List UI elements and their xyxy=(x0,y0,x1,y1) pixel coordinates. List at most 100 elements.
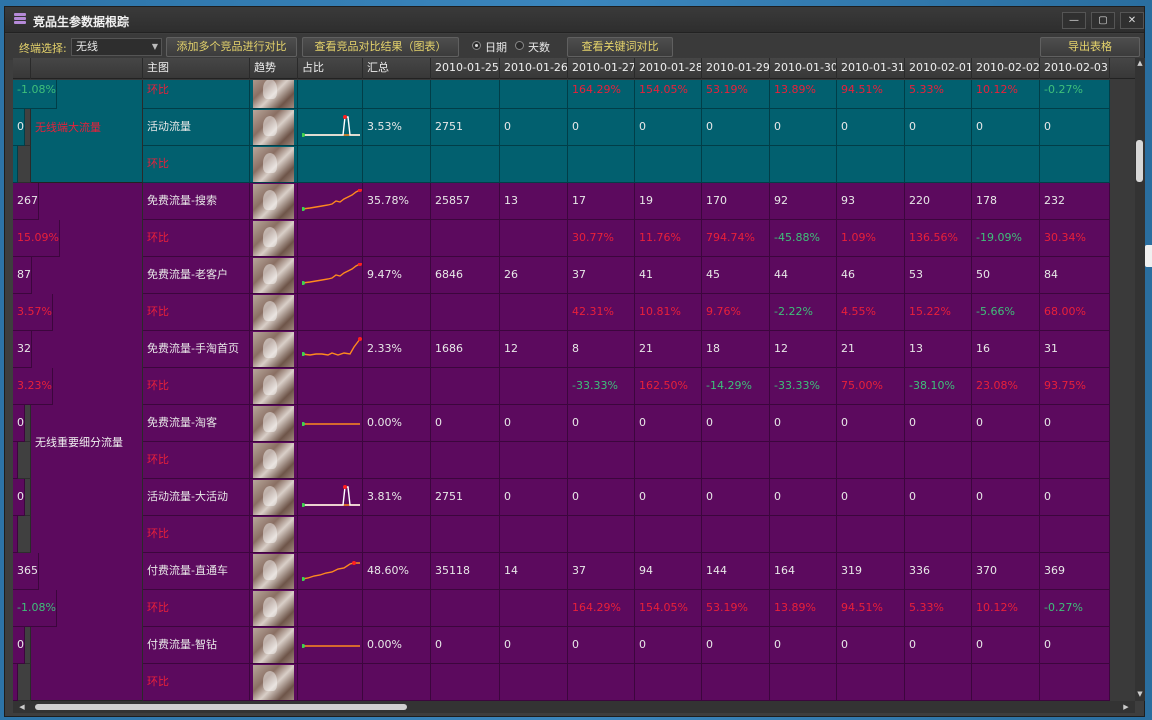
product-thumbnail[interactable] xyxy=(253,369,294,404)
date-value-cell xyxy=(500,664,568,701)
date-value-cell: 0 xyxy=(905,405,972,442)
date-value-cell: 0 xyxy=(13,109,25,146)
date-value-cell: 41 xyxy=(635,257,702,294)
date-value-cell xyxy=(635,442,702,479)
date-value-cell: 0 xyxy=(905,627,972,664)
product-thumbnail[interactable] xyxy=(253,665,294,700)
total-cell xyxy=(431,80,500,109)
product-thumbnail[interactable] xyxy=(253,221,294,256)
product-thumbnail[interactable] xyxy=(253,517,294,552)
product-thumbnail[interactable] xyxy=(253,591,294,626)
total-cell: 1686 xyxy=(431,331,500,368)
column-header[interactable] xyxy=(31,58,143,79)
date-value-cell: 794.74% xyxy=(702,220,770,257)
row-metric-label: 环比 xyxy=(143,664,250,701)
column-header[interactable]: 2010-01-25 xyxy=(431,58,500,79)
date-value-cell: 45 xyxy=(702,257,770,294)
product-thumbnail[interactable] xyxy=(253,554,294,589)
trend-cell xyxy=(298,479,363,516)
date-value-cell: 0 xyxy=(500,405,568,442)
trend-sparkline xyxy=(302,644,360,648)
column-header[interactable]: 2010-01-26 xyxy=(500,58,568,79)
date-value-cell: 21 xyxy=(635,331,702,368)
share-cell: 0.00% xyxy=(363,405,431,442)
radio-date-label: 日期 xyxy=(485,41,507,54)
terminal-select[interactable]: 无线 ▼ xyxy=(71,38,162,56)
column-header[interactable]: 2010-02-03 xyxy=(1040,58,1110,79)
product-thumbnail[interactable] xyxy=(253,110,294,145)
vertical-scrollbar[interactable]: ▲ ▼ xyxy=(1135,58,1145,701)
row-metric-label: 免费流量-手淘首页 xyxy=(143,331,250,368)
column-header[interactable]: 2010-02-01 xyxy=(905,58,972,79)
product-thumbnail[interactable] xyxy=(253,80,294,108)
date-value-cell: 37 xyxy=(568,553,635,590)
vertical-scroll-thumb[interactable] xyxy=(1136,140,1143,182)
product-thumbnail[interactable] xyxy=(253,295,294,330)
date-value-cell: 13.89% xyxy=(770,80,837,109)
maximize-button[interactable]: ▢ xyxy=(1091,12,1115,29)
date-value-cell: -2.22% xyxy=(770,294,837,331)
scroll-right-icon[interactable]: ▶ xyxy=(1121,702,1131,712)
keyword-compare-button[interactable]: 查看关键词对比 xyxy=(567,37,673,57)
product-thumbnail[interactable] xyxy=(253,184,294,219)
column-header[interactable]: 主图 xyxy=(143,58,250,79)
date-value-cell xyxy=(568,442,635,479)
row-metric-label: 环比 xyxy=(143,368,250,405)
product-thumbnail[interactable] xyxy=(253,628,294,663)
product-thumbnail[interactable] xyxy=(253,443,294,478)
total-cell xyxy=(431,368,500,405)
horizontal-scroll-thumb[interactable] xyxy=(35,704,407,710)
main-image-cell xyxy=(250,257,298,294)
close-button[interactable]: ✕ xyxy=(1120,12,1144,29)
total-cell xyxy=(431,516,500,553)
total-cell: 2751 xyxy=(431,479,500,516)
date-value-cell: 164 xyxy=(770,553,837,590)
add-compare-button[interactable]: 添加多个竞品进行对比 xyxy=(166,37,297,57)
product-thumbnail[interactable] xyxy=(253,480,294,515)
date-value-cell xyxy=(500,590,568,627)
column-header[interactable]: 2010-01-28 xyxy=(635,58,702,79)
date-value-cell xyxy=(905,442,972,479)
column-header[interactable]: 占比 xyxy=(298,58,363,79)
date-value-cell: 50 xyxy=(972,257,1040,294)
date-value-cell: 94.51% xyxy=(837,590,905,627)
export-table-button[interactable]: 导出表格 xyxy=(1040,37,1140,57)
column-header[interactable]: 2010-01-31 xyxy=(837,58,905,79)
column-header[interactable]: 2010-01-27 xyxy=(568,58,635,79)
column-header[interactable]: 汇总 xyxy=(363,58,431,79)
date-value-cell: 10.81% xyxy=(635,294,702,331)
date-value-cell: 68.00% xyxy=(1040,294,1110,331)
date-value-cell: 0 xyxy=(837,627,905,664)
product-thumbnail[interactable] xyxy=(253,406,294,441)
product-thumbnail[interactable] xyxy=(253,258,294,293)
product-thumbnail[interactable] xyxy=(253,332,294,367)
column-header[interactable]: 趋势 xyxy=(250,58,298,79)
date-value-cell: 0 xyxy=(1040,405,1110,442)
date-value-cell xyxy=(500,294,568,331)
date-value-cell: 30.34% xyxy=(1040,220,1110,257)
column-header[interactable]: 2010-02-02 xyxy=(972,58,1040,79)
column-header[interactable]: 2010-01-30 xyxy=(770,58,837,79)
date-value-cell: 13.89% xyxy=(770,590,837,627)
total-cell: 2751 xyxy=(431,109,500,146)
date-value-cell: 12 xyxy=(770,331,837,368)
terminal-label: 终端选择: xyxy=(19,42,67,55)
product-thumbnail[interactable] xyxy=(253,147,294,182)
horizontal-scrollbar[interactable]: ◀ ▶ xyxy=(13,701,1135,713)
radio-date[interactable] xyxy=(472,41,481,50)
date-value-cell: 13 xyxy=(500,183,568,220)
date-value-cell: 144 xyxy=(702,553,770,590)
date-value-cell: 8 xyxy=(568,331,635,368)
date-value-cell: 0 xyxy=(702,109,770,146)
scroll-down-icon[interactable]: ▼ xyxy=(1135,689,1145,699)
view-compare-chart-button[interactable]: 查看竞品对比结果（图表） xyxy=(302,37,459,57)
date-value-cell: 0 xyxy=(770,109,837,146)
date-value-cell: -1.08% xyxy=(13,80,57,109)
share-cell xyxy=(363,80,431,109)
column-header[interactable]: 2010-01-29 xyxy=(702,58,770,79)
scroll-up-icon[interactable]: ▲ xyxy=(1135,58,1145,68)
radio-days[interactable] xyxy=(515,41,524,50)
date-value-cell: 154.05% xyxy=(635,80,702,109)
minimize-button[interactable]: — xyxy=(1062,12,1086,29)
scroll-left-icon[interactable]: ◀ xyxy=(17,702,27,712)
